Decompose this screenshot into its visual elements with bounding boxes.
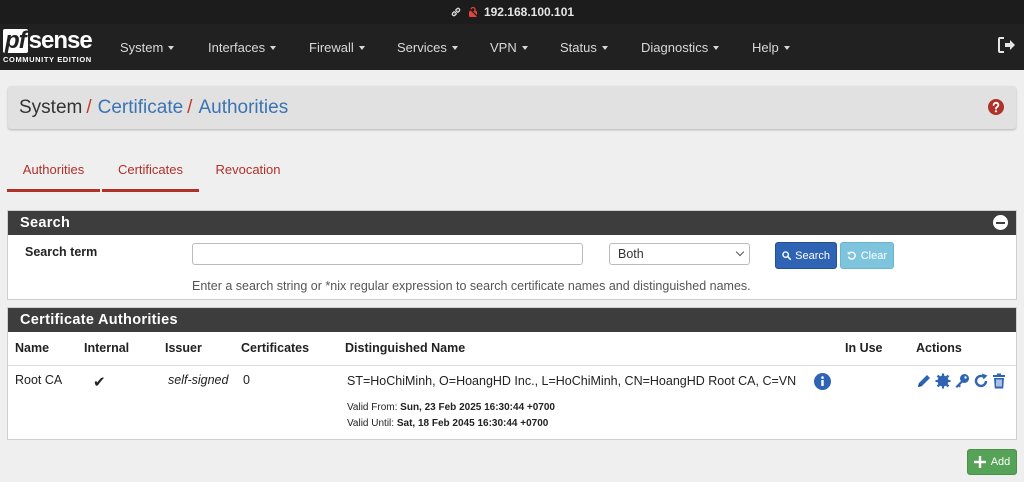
- export-key-icon[interactable]: [954, 373, 970, 389]
- panel-title: Certificate Authorities: [20, 312, 178, 328]
- renew-refresh-icon[interactable]: [973, 373, 989, 389]
- add-button[interactable]: Add: [967, 449, 1017, 475]
- edit-pencil-icon[interactable]: [916, 373, 932, 389]
- caret-down-icon: [601, 46, 608, 50]
- menu-help[interactable]: Help: [752, 24, 812, 70]
- column-header[interactable]: Name: [8, 332, 77, 366]
- main-menu: System Interfaces Firewall Services VPN …: [120, 24, 812, 70]
- ca-panel: Certificate Authorities Name Internal Is…: [7, 307, 1017, 440]
- breadcrumb-authorities[interactable]: Authorities: [198, 97, 288, 119]
- menu-diagnostics[interactable]: Diagnostics: [641, 24, 752, 70]
- caret-down-icon: [521, 46, 528, 50]
- menu-label: Diagnostics: [641, 39, 709, 55]
- distinguished-name: ST=HoChiMinh, O=HoangHD Inc., L=HoChiMin…: [347, 374, 797, 388]
- plus-icon: [973, 456, 986, 468]
- search-body: Search term Both Search Clear Enter a se…: [8, 235, 1016, 299]
- menu-interfaces[interactable]: Interfaces: [208, 24, 309, 70]
- breadcrumb-root: System: [19, 96, 83, 118]
- menu-label: System: [120, 39, 164, 55]
- column-header[interactable]: Distinguished Name: [338, 332, 838, 366]
- search-button[interactable]: Search: [775, 242, 837, 269]
- clear-button[interactable]: Clear: [840, 242, 894, 269]
- column-header[interactable]: In Use: [838, 332, 909, 366]
- undo-icon: [847, 251, 856, 260]
- caret-down-icon: [451, 46, 458, 50]
- link-icon: [451, 7, 461, 17]
- menu-label: Firewall: [309, 39, 354, 55]
- caret-down-icon: [168, 46, 175, 50]
- menu-label: VPN: [490, 39, 517, 55]
- search-panel-heading: Search: [8, 211, 1016, 235]
- tab-label: Revocation: [215, 162, 281, 177]
- address-bar: 192.168.100.101: [0, 0, 1024, 24]
- pfsense-logo[interactable]: pf sense COMMUNITY EDITION: [0, 24, 98, 70]
- menu-services[interactable]: Services: [397, 24, 490, 70]
- search-input[interactable]: [192, 243, 583, 265]
- distinguished-name-cell: ST=HoChiMinh, O=HoangHD Inc., L=HoChiMin…: [338, 365, 838, 437]
- menu-label: Status: [560, 39, 597, 55]
- caret-down-icon: [358, 46, 365, 50]
- menu-vpn[interactable]: VPN: [490, 24, 560, 70]
- menu-label: Interfaces: [208, 39, 266, 55]
- breadcrumb-separator: /: [187, 96, 193, 118]
- valid-from-value: Sun, 23 Feb 2025 16:30:44 +0700: [400, 401, 555, 413]
- search-help-text: Enter a search string or *nix regular ex…: [192, 279, 751, 293]
- breadcrumb-certificate[interactable]: Certificate: [98, 97, 184, 119]
- tab-certificates[interactable]: Certificates: [102, 154, 199, 192]
- address-text[interactable]: 192.168.100.101: [484, 5, 574, 19]
- tab-bar: Authorities Certificates Revocation: [7, 154, 297, 192]
- table-row: Root CA ✔ self-signed 0 ST=HoChiMinh, O=…: [8, 365, 1016, 437]
- search-term-label: Search term: [25, 245, 98, 259]
- validity-info: Valid From: Sun, 23 Feb 2025 16:30:44 +0…: [347, 400, 838, 432]
- search-panel: Search Search term Both Search Clear Ent…: [7, 210, 1017, 300]
- top-navbar: pf sense COMMUNITY EDITION System Interfa…: [0, 24, 1024, 70]
- menu-label: Help: [752, 39, 779, 55]
- export-ca-certificate-icon[interactable]: [935, 373, 951, 389]
- menu-status[interactable]: Status: [560, 24, 641, 70]
- ca-panel-heading: Certificate Authorities: [8, 308, 1016, 332]
- breadcrumb-separator: /: [86, 96, 92, 118]
- search-icon: [782, 251, 792, 261]
- internal-check-icon: ✔: [93, 373, 106, 391]
- valid-until-value: Sat, 18 Feb 2045 16:30:44 +0700: [396, 417, 549, 429]
- ca-table: Name Internal Issuer Certificates Distin…: [8, 332, 1016, 437]
- actions-cell: [909, 365, 1016, 437]
- valid-until-label: Valid Until:: [347, 417, 395, 429]
- column-header[interactable]: Certificates: [234, 332, 338, 366]
- clear-button-label: Clear: [860, 249, 887, 262]
- menu-system[interactable]: System: [120, 24, 208, 70]
- breadcrumb: System / Certificate / Authorities: [8, 86, 1016, 129]
- tab-revocation[interactable]: Revocation: [199, 154, 297, 192]
- collapse-minus-icon[interactable]: [993, 215, 1008, 230]
- chevron-down-icon: [735, 247, 745, 257]
- menu-label: Services: [397, 39, 447, 55]
- menu-firewall[interactable]: Firewall: [309, 24, 397, 70]
- logout-icon[interactable]: [998, 37, 1016, 53]
- ca-issuer: self-signed: [168, 372, 229, 387]
- column-header[interactable]: Internal: [77, 332, 158, 366]
- logo-edition: COMMUNITY EDITION: [3, 55, 92, 64]
- search-scope-select[interactable]: Both: [609, 243, 750, 265]
- column-header: Actions: [909, 332, 1016, 366]
- ca-name: Root CA: [15, 372, 63, 387]
- ca-in-use: [838, 365, 909, 437]
- select-value: Both: [618, 247, 644, 261]
- caret-down-icon: [783, 46, 790, 50]
- panel-title: Search: [20, 215, 71, 231]
- caret-down-icon: [270, 46, 277, 50]
- insecure-lock-icon: [467, 6, 478, 18]
- delete-trash-icon[interactable]: [992, 373, 1006, 389]
- search-button-label: Search: [795, 249, 830, 262]
- tab-label: Authorities: [22, 162, 85, 177]
- ca-cert-count: 0: [243, 372, 250, 387]
- valid-from-label: Valid From:: [347, 401, 398, 413]
- info-icon[interactable]: [814, 372, 832, 390]
- help-icon[interactable]: [988, 99, 1004, 115]
- tab-authorities[interactable]: Authorities: [7, 154, 100, 192]
- caret-down-icon: [713, 46, 720, 50]
- add-button-label: Add: [990, 456, 1011, 468]
- tab-label: Certificates: [117, 162, 184, 177]
- column-header[interactable]: Issuer: [158, 332, 234, 366]
- table-header-row: Name Internal Issuer Certificates Distin…: [8, 332, 1016, 366]
